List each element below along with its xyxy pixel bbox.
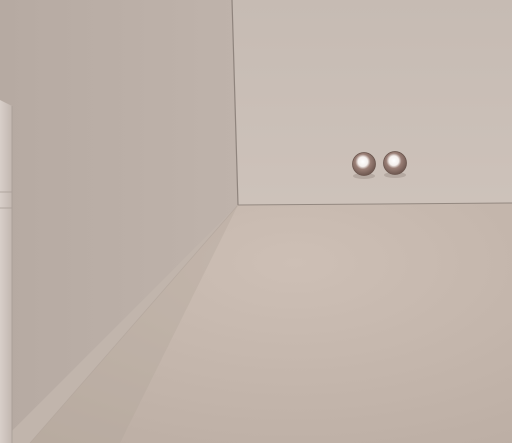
room-scene (0, 0, 512, 443)
glossy-sphere-left (352, 152, 376, 179)
glossy-sphere-right (383, 151, 407, 178)
box-object (0, 100, 13, 443)
room-render (0, 0, 512, 443)
